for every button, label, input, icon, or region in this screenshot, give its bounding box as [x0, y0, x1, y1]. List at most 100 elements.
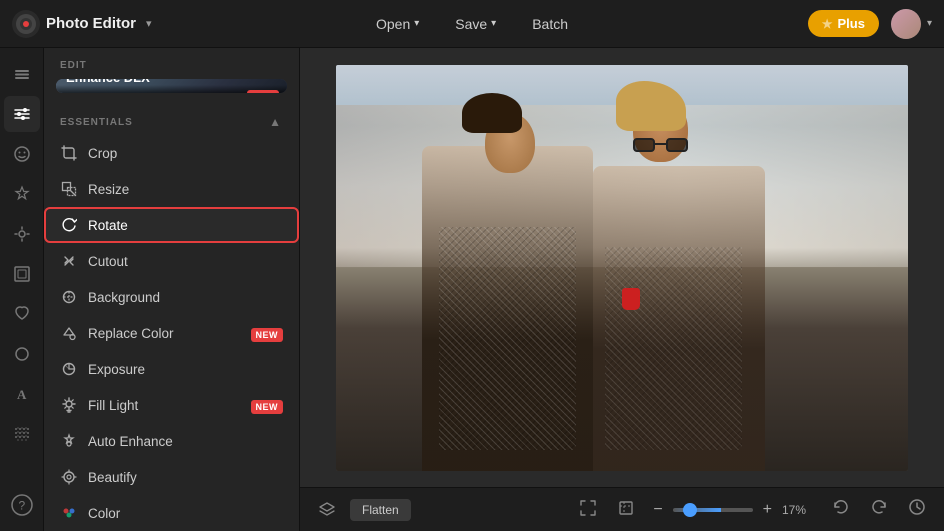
- crop-label: Crop: [88, 146, 117, 161]
- replace-color-icon: [60, 324, 78, 342]
- texture-icon: [13, 425, 31, 443]
- tools-panel: EDIT Enhance DLX NEW ESSENTIALS ▲: [44, 48, 300, 531]
- beautify-label: Beautify: [88, 470, 137, 485]
- face-icon-btn[interactable]: [4, 136, 40, 172]
- tool-item-crop[interactable]: Crop: [44, 135, 299, 171]
- undo-button[interactable]: [826, 494, 856, 525]
- canvas-area: [300, 48, 944, 487]
- essentials-collapse-button[interactable]: ▲: [267, 113, 283, 131]
- shapes-icon: [13, 345, 31, 363]
- header: Photo Editor ▾ Open ▾ Save ▾ Batch ★ Plu…: [0, 0, 944, 48]
- layers-icon-btn[interactable]: [4, 56, 40, 92]
- canvas-section: Flatten − + 17%: [300, 48, 944, 531]
- undo-icon: [832, 498, 850, 516]
- svg-text:?: ?: [18, 499, 25, 513]
- frames-icon-btn[interactable]: [4, 256, 40, 292]
- expand-icon: [579, 499, 597, 517]
- resize-icon: [60, 180, 78, 198]
- tool-item-cutout[interactable]: Cutout: [44, 243, 299, 279]
- avatar[interactable]: [891, 9, 921, 39]
- text-icon-btn[interactable]: A: [4, 376, 40, 412]
- beautify-icon: [60, 468, 78, 486]
- redo-button[interactable]: [864, 494, 894, 525]
- layers-bottom-icon-btn[interactable]: [312, 497, 342, 523]
- text-icon: A: [13, 385, 31, 403]
- rotate-label: Rotate: [88, 218, 128, 233]
- plus-star-icon: ★: [822, 17, 833, 31]
- tool-item-resize[interactable]: Resize: [44, 171, 299, 207]
- face-icon: [13, 145, 31, 163]
- save-chevron: ▾: [491, 18, 496, 29]
- cutout-label: Cutout: [88, 254, 128, 269]
- bottom-bar: Flatten − + 17%: [300, 487, 944, 531]
- fill-light-label: Fill Light: [88, 398, 138, 413]
- history-button[interactable]: [902, 494, 932, 525]
- icon-sidebar: A ?: [0, 48, 44, 531]
- heart-icon-btn[interactable]: [4, 296, 40, 332]
- history-icon: [908, 498, 926, 516]
- layers-stack-icon: [318, 501, 336, 519]
- auto-enhance-label: Auto Enhance: [88, 434, 173, 449]
- svg-text:A: A: [17, 387, 27, 402]
- photo-canvas[interactable]: [336, 65, 908, 471]
- canvas-crop-icon: [617, 499, 635, 517]
- tools-list: Crop Resize: [44, 135, 299, 531]
- zoom-in-button[interactable]: +: [759, 500, 776, 520]
- crop-canvas-icon-btn[interactable]: [611, 495, 641, 524]
- frames-icon: [13, 265, 31, 283]
- color-label: Color: [88, 506, 120, 521]
- texture-icon-btn[interactable]: [4, 416, 40, 452]
- edit-section-label: EDIT: [44, 48, 299, 79]
- zoom-percent-display: 17%: [782, 503, 818, 517]
- star-icon: [13, 185, 31, 203]
- zoom-slider[interactable]: [673, 508, 753, 512]
- avatar-container[interactable]: ▾: [891, 9, 932, 39]
- tool-item-rotate[interactable]: Rotate: [44, 207, 299, 243]
- enhance-card-label: Enhance DLX: [66, 79, 150, 85]
- tool-item-replace-color[interactable]: Replace Color NEW: [44, 315, 299, 351]
- auto-enhance-icon: [60, 432, 78, 450]
- photo-container: [336, 65, 908, 471]
- tool-item-beautify[interactable]: Beautify: [44, 459, 299, 495]
- enhance-card[interactable]: Enhance DLX NEW: [56, 79, 287, 93]
- sparkle-icon: [13, 225, 31, 243]
- open-button[interactable]: Open ▾: [370, 12, 425, 36]
- effects-icon-btn[interactable]: [4, 216, 40, 252]
- background-label: Background: [88, 290, 160, 305]
- resize-label: Resize: [88, 182, 129, 197]
- edit-icon-btn[interactable]: [4, 96, 40, 132]
- help-icon: ?: [11, 494, 33, 516]
- tool-item-auto-enhance[interactable]: Auto Enhance: [44, 423, 299, 459]
- exposure-label: Exposure: [88, 362, 145, 377]
- header-nav: Open ▾ Save ▾ Batch: [370, 12, 574, 36]
- logo-icon: [12, 10, 40, 38]
- batch-button[interactable]: Batch: [526, 12, 574, 36]
- help-icon-btn[interactable]: ?: [4, 487, 40, 523]
- replace-color-label: Replace Color: [88, 326, 174, 341]
- sliders-icon: [13, 105, 31, 123]
- background-icon: [60, 288, 78, 306]
- cutout-icon: [60, 252, 78, 270]
- tool-item-color[interactable]: Color: [44, 495, 299, 531]
- tool-item-fill-light[interactable]: Fill Light NEW: [44, 387, 299, 423]
- app-title: Photo Editor: [46, 15, 136, 32]
- flatten-button[interactable]: Flatten: [350, 499, 411, 521]
- logo[interactable]: Photo Editor ▾: [12, 10, 152, 38]
- expand-canvas-icon-btn[interactable]: [573, 495, 603, 524]
- rotate-icon: [60, 216, 78, 234]
- layers-icon: [13, 65, 31, 83]
- tool-item-exposure[interactable]: Exposure: [44, 351, 299, 387]
- tool-item-background[interactable]: Background: [44, 279, 299, 315]
- essentials-label: ESSENTIALS: [60, 117, 133, 128]
- star-icon-btn[interactable]: [4, 176, 40, 212]
- header-right: ★ Plus ▾: [808, 9, 932, 39]
- save-button[interactable]: Save ▾: [449, 12, 502, 36]
- replace-color-new-badge: NEW: [251, 326, 284, 341]
- open-chevron: ▾: [414, 18, 419, 29]
- shapes-icon-btn[interactable]: [4, 336, 40, 372]
- fill-light-icon: [60, 396, 78, 414]
- main-area: A ? EDIT Enhance DLX: [0, 48, 944, 531]
- fill-light-new-badge: NEW: [251, 398, 284, 413]
- zoom-out-button[interactable]: −: [649, 500, 666, 520]
- plus-button[interactable]: ★ Plus: [808, 10, 879, 37]
